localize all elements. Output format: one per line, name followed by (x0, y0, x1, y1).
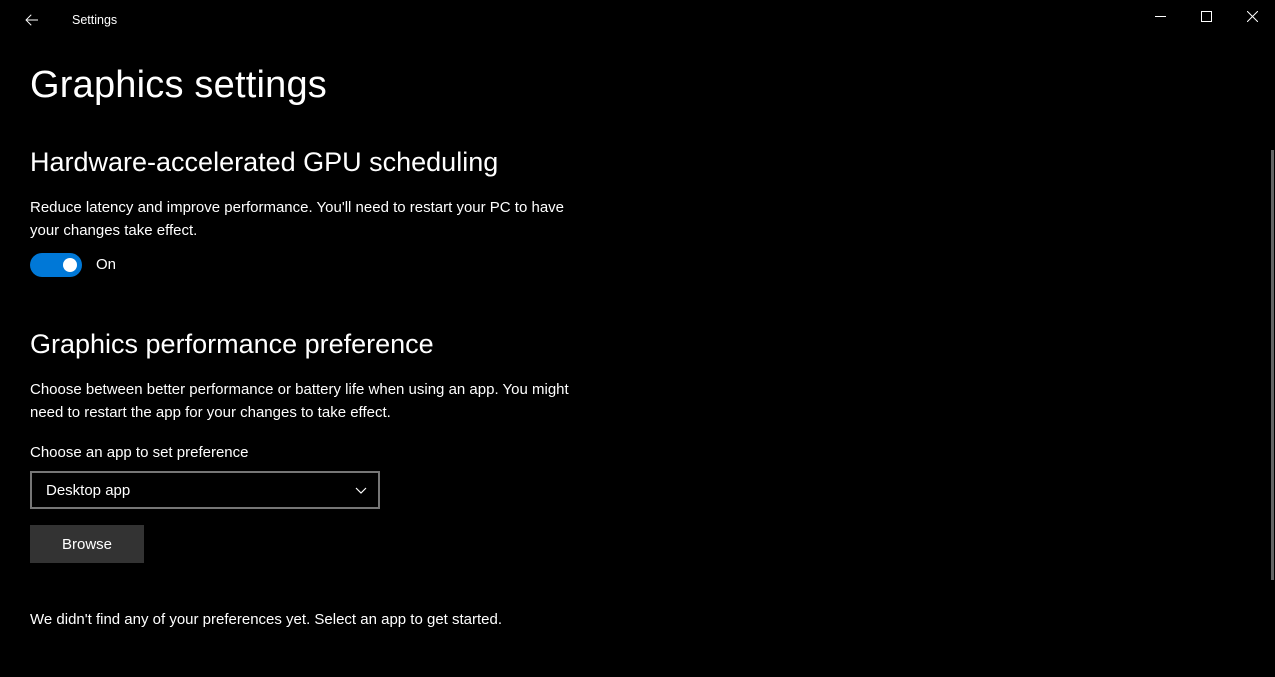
minimize-button[interactable] (1137, 0, 1183, 32)
titlebar: Settings (0, 0, 1275, 40)
gpu-scheduling-description: Reduce latency and improve performance. … (30, 196, 580, 243)
maximize-icon (1201, 11, 1212, 22)
window-controls (1137, 0, 1275, 40)
gpu-scheduling-toggle[interactable] (30, 253, 82, 277)
perf-pref-description: Choose between better performance or bat… (30, 378, 580, 425)
close-icon (1247, 11, 1258, 22)
minimize-icon (1155, 11, 1166, 22)
titlebar-left: Settings (20, 8, 117, 32)
toggle-thumb (63, 258, 77, 272)
gpu-scheduling-toggle-label: On (96, 256, 116, 273)
arrow-left-icon (23, 11, 41, 29)
app-title: Settings (72, 13, 117, 27)
page-title: Graphics settings (30, 64, 670, 107)
browse-button[interactable]: Browse (30, 525, 144, 563)
maximize-button[interactable] (1183, 0, 1229, 32)
scrollbar[interactable] (1271, 150, 1274, 580)
back-button[interactable] (20, 8, 44, 32)
gpu-scheduling-heading: Hardware-accelerated GPU scheduling (30, 147, 670, 178)
gpu-scheduling-toggle-row: On (30, 253, 670, 277)
content-area: Graphics settings Hardware-accelerated G… (0, 40, 700, 628)
empty-preferences-message: We didn't find any of your preferences y… (30, 611, 670, 628)
app-select-label: Choose an app to set preference (30, 444, 670, 461)
app-type-select[interactable]: Desktop app (30, 471, 380, 509)
browse-button-label: Browse (62, 536, 112, 553)
app-type-select-value: Desktop app (46, 482, 130, 499)
chevron-down-icon (354, 483, 368, 497)
close-button[interactable] (1229, 0, 1275, 32)
perf-pref-heading: Graphics performance preference (30, 329, 670, 360)
